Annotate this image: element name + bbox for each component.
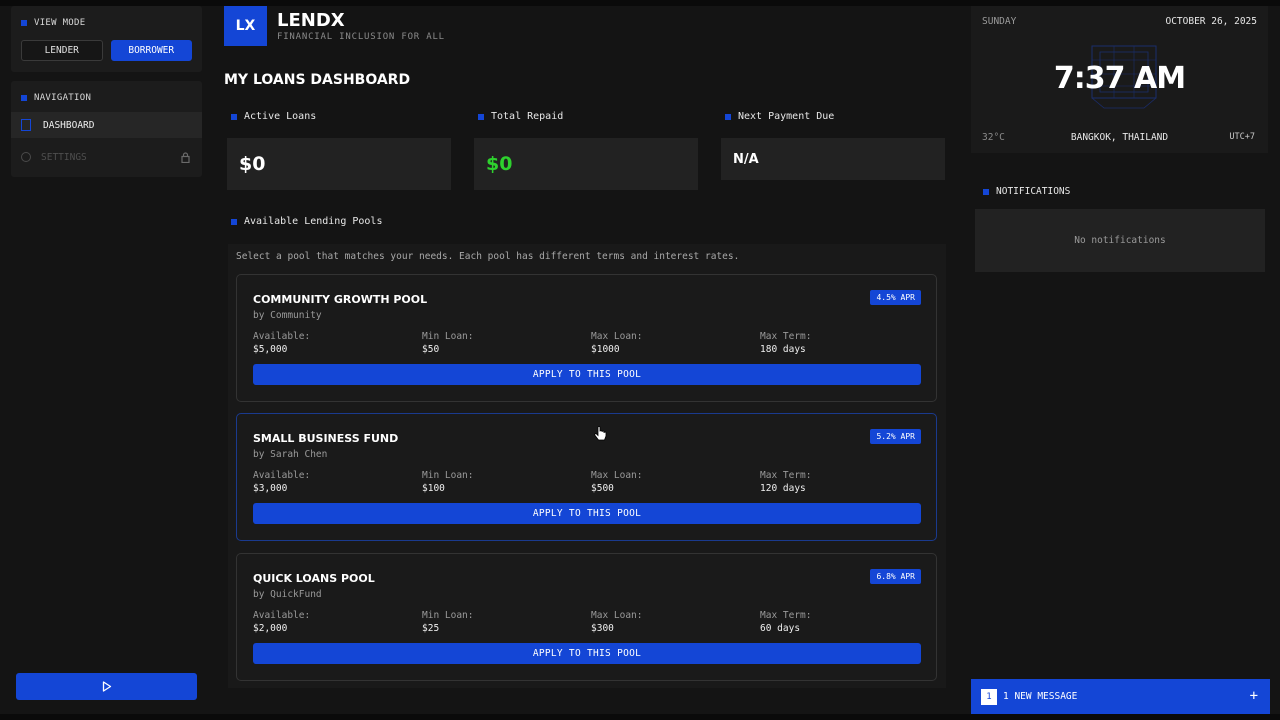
- new-message-bar[interactable]: 1 1 NEW MESSAGE +: [971, 679, 1270, 714]
- clock-panel: SUNDAY OCTOBER 26, 2025 7:37 AM 32°C BAN…: [971, 6, 1268, 153]
- pool-owner: by Community: [253, 310, 322, 321]
- navigation-title: NAVIGATION: [34, 93, 92, 103]
- location: BANGKOK, THAILAND: [1070, 132, 1169, 143]
- stat-label-next-payment: Next Payment Due: [725, 111, 834, 122]
- apply-button[interactable]: APPLY TO THIS POOL: [253, 503, 921, 524]
- gear-icon: [21, 152, 31, 162]
- notifications-empty: No notifications: [975, 209, 1265, 272]
- pool-name: SMALL BUSINESS FUND: [253, 432, 399, 445]
- apr-badge: 6.8% APR: [870, 569, 921, 584]
- pool-owner: by QuickFund: [253, 589, 322, 600]
- apr-badge: 4.5% APR: [870, 290, 921, 305]
- pool-owner: by Sarah Chen: [253, 449, 328, 460]
- apply-button[interactable]: APPLY TO THIS POOL: [253, 364, 921, 385]
- sidebar-item-dashboard[interactable]: DASHBOARD: [11, 112, 202, 138]
- pool-max-term: Max Term: 180 days: [760, 331, 812, 355]
- brand-name: LENDX: [277, 10, 345, 31]
- pool-min-loan: Min Loan: $25: [422, 610, 474, 634]
- lender-mode-button[interactable]: LENDER: [21, 40, 103, 61]
- date: OCTOBER 26, 2025: [1165, 16, 1257, 27]
- pool-min-loan: Min Loan: $100: [422, 470, 474, 494]
- accent-square-icon: [21, 95, 27, 101]
- pool-card-quick-loans: QUICK LOANS POOL by QuickFund 6.8% APR A…: [236, 553, 937, 681]
- accent-square-icon: [231, 113, 237, 120]
- weekday: SUNDAY: [982, 16, 1017, 27]
- borrower-mode-button[interactable]: BORROWER: [110, 40, 192, 61]
- sidebar-item-label: SETTINGS: [41, 151, 87, 163]
- pool-max-loan: Max Loan: $1000: [591, 331, 643, 355]
- pool-max-loan: Max Loan: $300: [591, 610, 643, 634]
- sidebar-item-label: DASHBOARD: [43, 119, 95, 131]
- stat-value-next-payment: N/A: [721, 138, 945, 180]
- tagline: FINANCIAL INCLUSION FOR ALL: [277, 32, 445, 42]
- pool-card-small-business: SMALL BUSINESS FUND by Sarah Chen 5.2% A…: [236, 413, 937, 541]
- clock-time: 7:37 AM: [1053, 61, 1186, 96]
- pools-section-title: Available Lending Pools: [231, 216, 382, 227]
- play-icon: [102, 681, 111, 692]
- timezone: UTC+7: [1229, 132, 1255, 142]
- notifications-title: NOTIFICATIONS: [983, 186, 1070, 197]
- pool-available: Available: $2,000: [253, 610, 311, 634]
- accent-square-icon: [21, 20, 27, 26]
- pool-card-community-growth: COMMUNITY GROWTH POOL by Community 4.5% …: [236, 274, 937, 402]
- accent-square-icon: [983, 188, 989, 195]
- apr-badge: 5.2% APR: [870, 429, 921, 444]
- pool-max-loan: Max Loan: $500: [591, 470, 643, 494]
- lock-icon: [181, 151, 190, 163]
- sidebar-item-settings[interactable]: SETTINGS: [11, 144, 202, 170]
- pool-max-term: Max Term: 120 days: [760, 470, 812, 494]
- logo: LX: [224, 6, 267, 46]
- apply-button[interactable]: APPLY TO THIS POOL: [253, 643, 921, 664]
- pool-max-term: Max Term: 60 days: [760, 610, 812, 634]
- dashboard-icon: [21, 119, 31, 131]
- accent-square-icon: [725, 113, 731, 120]
- pool-name: COMMUNITY GROWTH POOL: [253, 293, 428, 306]
- stat-value-total-repaid: $0: [474, 138, 698, 190]
- bottom-edge: [0, 714, 1280, 720]
- accent-square-icon: [478, 113, 484, 120]
- stat-label-total-repaid: Total Repaid: [478, 111, 563, 122]
- pool-available: Available: $3,000: [253, 470, 311, 494]
- plus-icon[interactable]: +: [1250, 688, 1258, 704]
- stat-label-active-loans: Active Loans: [231, 111, 316, 122]
- message-count-badge: 1: [981, 688, 997, 705]
- pool-available: Available: $5,000: [253, 331, 311, 355]
- accent-square-icon: [231, 218, 237, 225]
- hand-cursor-icon: [594, 426, 607, 441]
- pool-min-loan: Min Loan: $50: [422, 331, 474, 355]
- page-title: MY LOANS DASHBOARD: [224, 72, 411, 88]
- play-button[interactable]: [16, 673, 197, 700]
- stat-value-active-loans: $0: [227, 138, 451, 190]
- pools-description: Select a pool that matches your needs. E…: [236, 251, 740, 262]
- pool-name: QUICK LOANS POOL: [253, 572, 375, 585]
- message-label: 1 NEW MESSAGE: [1003, 691, 1078, 702]
- view-mode-panel: VIEW MODE LENDER BORROWER: [11, 6, 202, 72]
- view-mode-title: VIEW MODE: [34, 18, 86, 28]
- navigation-panel: NAVIGATION DASHBOARD SETTINGS: [11, 81, 202, 177]
